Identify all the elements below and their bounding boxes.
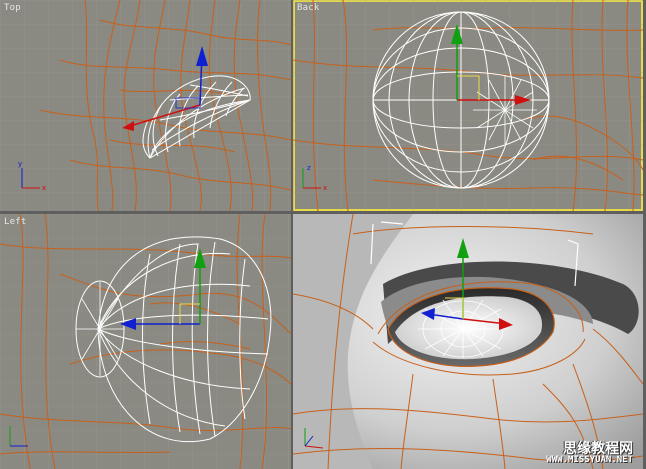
viewport-label-back[interactable]: Back <box>297 3 319 13</box>
viewport-label-top[interactable]: Top <box>4 3 21 13</box>
back-view-scene: z x <box>293 0 643 211</box>
perspective-view-scene <box>293 214 643 469</box>
viewport-label-left[interactable]: Left <box>4 217 26 227</box>
left-view-scene <box>0 214 291 469</box>
svg-text:z: z <box>307 164 311 172</box>
viewport-left[interactable]: Left <box>0 214 291 469</box>
watermark-url: WWW.MISSYUAN.NET <box>546 455 633 465</box>
viewport-top[interactable]: Top y x <box>0 0 291 211</box>
top-view-scene: y x <box>0 0 291 211</box>
viewport-back[interactable]: Back z x <box>293 0 643 211</box>
svg-text:x: x <box>42 184 46 192</box>
watermark: 思缘教程网 WWW.MISSYUAN.NET <box>546 442 633 465</box>
svg-text:y: y <box>18 160 22 168</box>
viewport-perspective[interactable]: 思缘教程网 WWW.MISSYUAN.NET <box>293 214 643 469</box>
svg-text:x: x <box>323 184 327 192</box>
watermark-title: 思缘教程网 <box>563 441 633 457</box>
